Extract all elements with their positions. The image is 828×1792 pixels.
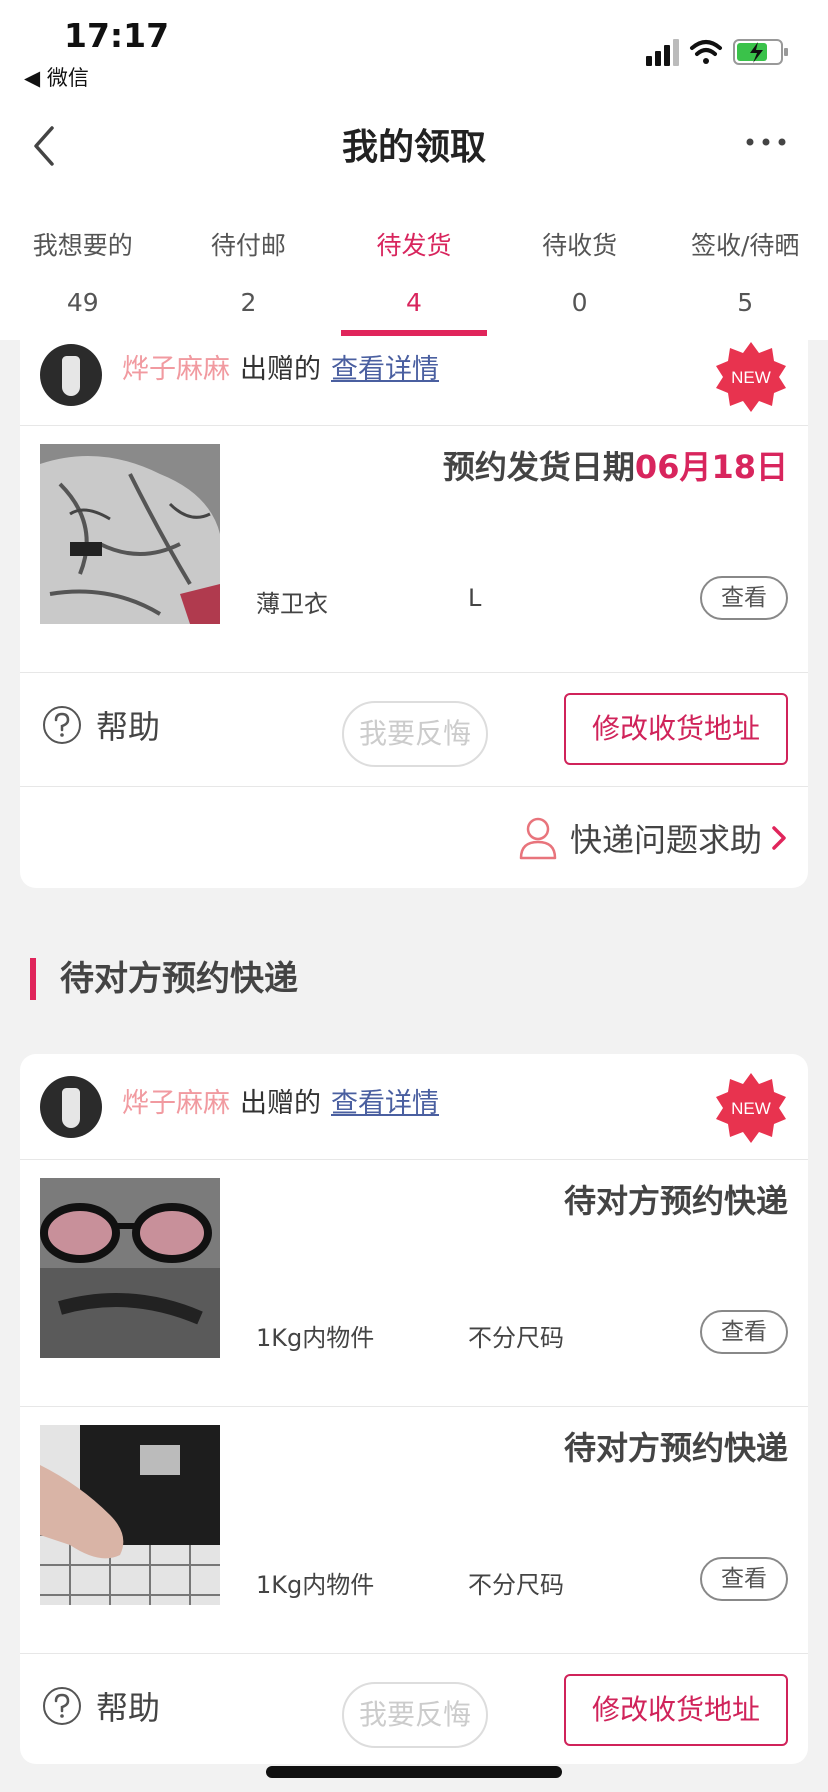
help-label: 帮助 — [96, 1689, 161, 1727]
section-title: 待对方预约快递 — [30, 958, 298, 1000]
view-button[interactable]: 查看 — [700, 576, 788, 620]
item-status: 待对方预约快递 — [563, 1182, 788, 1220]
tab-signed-review[interactable]: 签收/待晒 5 — [662, 200, 828, 340]
gift-card: 烨子麻麻 出赠的 查看详情 NEW 待对方预约快递 1Kg内物件 不分尺码 查看 待… — [20, 1054, 808, 1764]
system-status-icons — [646, 39, 788, 66]
tab-label: 签收/待晒 — [690, 231, 800, 260]
home-indicator[interactable] — [266, 1766, 562, 1778]
card-header: 烨子麻麻 出赠的 查看详情 NEW — [20, 1054, 808, 1160]
page-title: 我的领取 — [341, 127, 486, 168]
navigation-bar: 我的领取 — [0, 100, 828, 200]
item-size: 不分尺码 — [468, 1571, 564, 1599]
status-time: 17:17 — [64, 16, 170, 55]
giver-line: 烨子麻麻 出赠的 查看详情 — [122, 350, 439, 390]
help-label: 帮助 — [96, 708, 161, 746]
card-actions: 帮助 我要反悔 修改收货地址 — [20, 673, 808, 787]
regret-button[interactable]: 我要反悔 — [342, 701, 488, 767]
tab-label: 待付邮 — [210, 231, 286, 260]
battery-icon — [733, 39, 788, 65]
status-bar: 17:17 ◀ 微信 — [0, 0, 828, 100]
person-icon — [519, 817, 557, 860]
tab-pending-receipt[interactable]: 待收货 0 — [497, 200, 663, 340]
gift-card: 烨子麻麻 出赠的 查看详情 NEW 预约发货日期06月18日 薄卫衣 L 查看 帮助 — [20, 336, 808, 888]
gift-item: 预约发货日期06月18日 薄卫衣 L 查看 — [20, 426, 808, 673]
tab-label: 待发货 — [376, 231, 452, 260]
gift-item: 待对方预约快递 1Kg内物件 不分尺码 查看 — [20, 1160, 808, 1407]
wifi-icon — [690, 40, 722, 64]
express-help-label: 快递问题求助 — [569, 821, 762, 859]
tab-count: 4 — [406, 288, 422, 317]
product-thumbnail-case[interactable] — [40, 1425, 220, 1605]
gift-word: 出赠的 — [240, 1088, 321, 1119]
avatar[interactable] — [40, 344, 102, 406]
new-badge-text: NEW — [731, 1099, 771, 1118]
ship-date: 06月18日 — [634, 448, 788, 486]
express-help-row: 快递问题求助 — [20, 787, 808, 887]
card-header: 烨子麻麻 出赠的 查看详情 NEW — [20, 336, 808, 426]
tab-count: 2 — [240, 288, 257, 317]
more-options-icon[interactable] — [736, 120, 796, 180]
tab-label: 我想要的 — [32, 231, 133, 260]
giver-name[interactable]: 烨子麻麻 — [122, 354, 230, 385]
item-name: 1Kg内物件 — [256, 1324, 375, 1352]
view-button[interactable]: 查看 — [700, 1557, 788, 1601]
new-badge-text: NEW — [731, 368, 771, 387]
express-help-link[interactable]: 快递问题求助 — [518, 815, 788, 861]
tab-count: 5 — [737, 288, 754, 317]
view-button[interactable]: 查看 — [700, 1310, 788, 1354]
tab-count: 0 — [571, 288, 588, 317]
product-thumbnail-hoodie[interactable] — [40, 444, 220, 624]
item-status: 待对方预约快递 — [563, 1429, 788, 1467]
regret-button[interactable]: 我要反悔 — [342, 1682, 488, 1748]
giver-line: 烨子麻麻 出赠的 查看详情 — [122, 1084, 439, 1124]
item-name: 1Kg内物件 — [256, 1571, 375, 1599]
new-badge-icon: NEW — [716, 342, 786, 412]
help-icon — [43, 706, 81, 744]
modify-address-button[interactable]: 修改收货地址 — [564, 1674, 788, 1746]
item-size: L — [468, 584, 482, 612]
new-badge-icon: NEW — [716, 1073, 786, 1143]
item-size: 不分尺码 — [468, 1324, 564, 1352]
chevron-right-icon — [772, 826, 786, 850]
item-status: 预约发货日期06月18日 — [443, 442, 788, 488]
giver-name[interactable]: 烨子麻麻 — [122, 1088, 230, 1119]
tab-pending-postage[interactable]: 待付邮 2 — [166, 200, 332, 340]
modify-address-button[interactable]: 修改收货地址 — [564, 693, 788, 765]
help-button[interactable]: 帮助 — [42, 1684, 160, 1728]
back-to-app-link[interactable]: ◀ 微信 — [24, 62, 89, 92]
status-prefix: 预约发货日期 — [442, 448, 635, 486]
product-thumbnail-glasses[interactable] — [40, 1178, 220, 1358]
tab-count: 49 — [66, 288, 99, 317]
help-icon — [43, 1687, 81, 1725]
tab-pending-shipment[interactable]: 待发货 4 — [331, 200, 497, 340]
avatar[interactable] — [40, 1076, 102, 1138]
help-button[interactable]: 帮助 — [42, 703, 160, 747]
view-details-link[interactable]: 查看详情 — [331, 354, 439, 385]
tab-wanted[interactable]: 我想要的 49 — [0, 200, 166, 340]
gift-word: 出赠的 — [240, 354, 321, 385]
card-actions: 帮助 我要反悔 修改收货地址 — [20, 1654, 808, 1764]
gift-item: 待对方预约快递 1Kg内物件 不分尺码 查看 — [20, 1407, 808, 1654]
status-tabs: 我想要的 49 待付邮 2 待发货 4 待收货 0 签收/待晒 5 — [0, 200, 828, 340]
item-name: 薄卫衣 — [256, 590, 328, 618]
signal-icon — [646, 39, 679, 66]
tab-label: 待收货 — [542, 231, 618, 260]
view-details-link[interactable]: 查看详情 — [331, 1088, 439, 1119]
